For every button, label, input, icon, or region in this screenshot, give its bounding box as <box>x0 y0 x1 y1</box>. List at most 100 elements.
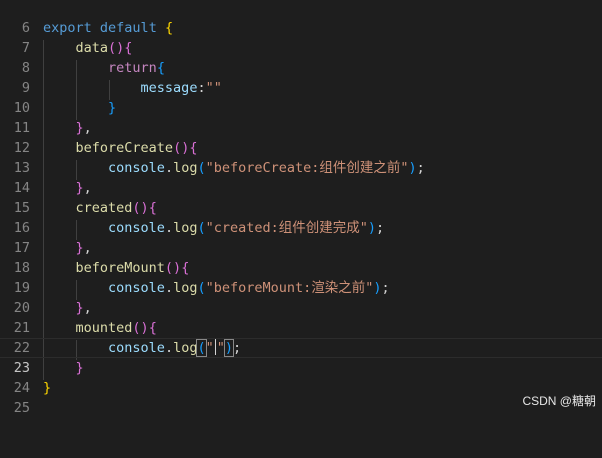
code-line[interactable]: 16 created(){ <box>0 198 602 236</box>
parens: () <box>164 260 182 276</box>
string-literal: "created:组件创建完成" <box>205 220 368 236</box>
dot: . <box>164 220 174 236</box>
code-line[interactable]: 11 } <box>0 98 602 136</box>
code-line[interactable]: 25 } <box>0 378 602 416</box>
brace: } <box>75 120 84 136</box>
method-name: created <box>75 200 133 216</box>
line-content: created(){ <box>43 198 157 218</box>
code-line[interactable]: 15 }, <box>0 178 602 216</box>
line-content: beforeMount(){ <box>43 258 190 278</box>
string-quote: " <box>216 340 225 356</box>
parens: () <box>108 40 125 56</box>
brace: } <box>43 380 52 396</box>
console-object: console <box>108 340 165 356</box>
console-object: console <box>108 280 165 296</box>
line-content: console.log("beforeCreate:组件创建之前"); <box>43 158 425 178</box>
code-line[interactable]: 12 }, <box>0 118 602 156</box>
keyword-export: export <box>43 20 92 36</box>
code-line[interactable]: 18 }, <box>0 238 602 276</box>
line-content: console.log("created:组件创建完成"); <box>43 218 384 238</box>
code-line[interactable]: 7 export default { <box>0 18 602 56</box>
console-object: console <box>108 160 165 176</box>
keyword-default: default <box>99 20 157 36</box>
code-line[interactable]: 20 console.log("beforeMount:渲染之前"); <box>0 278 602 316</box>
log-method: log <box>173 160 198 176</box>
paren-close: ) <box>367 220 377 236</box>
text-cursor <box>214 339 216 355</box>
comma: , <box>83 240 92 256</box>
line-content: }, <box>43 298 92 318</box>
comma: , <box>83 120 92 136</box>
log-method: log <box>173 280 198 296</box>
brace: { <box>148 320 157 336</box>
string-literal: "" <box>205 80 222 96</box>
line-content: console.log("beforeMount:渲染之前"); <box>43 278 390 298</box>
paren-open: ( <box>197 160 206 176</box>
string-literal: "beforeMount:渲染之前" <box>205 280 374 296</box>
paren-open: ( <box>197 220 206 236</box>
brace: } <box>108 100 117 116</box>
code-line[interactable]: 13 beforeCreate(){ <box>0 138 602 176</box>
comma: , <box>83 180 92 196</box>
property-key: message <box>140 80 198 96</box>
colon: : <box>197 80 206 96</box>
code-line[interactable]: 21 }, <box>0 298 602 336</box>
code-editor[interactable]: 6 7 export default { 8 data(){ 9 return{… <box>0 0 602 416</box>
line-content: }, <box>43 238 92 258</box>
dot: . <box>164 340 174 356</box>
line-content: data(){ <box>43 38 133 58</box>
code-line[interactable]: 6 <box>0 0 602 36</box>
semicolon: ; <box>233 340 242 356</box>
comma: , <box>83 300 92 316</box>
line-content: } <box>43 378 51 398</box>
line-content: console.log(" "); <box>43 338 241 358</box>
line-content: mounted(){ <box>43 318 157 338</box>
semicolon: ; <box>376 220 385 236</box>
line-content: beforeCreate(){ <box>43 138 198 158</box>
code-line[interactable]: 17 console.log("created:组件创建完成"); <box>0 218 602 256</box>
brace: } <box>75 180 84 196</box>
semicolon: ; <box>416 160 425 176</box>
code-line[interactable]: 19 beforeMount(){ <box>0 258 602 296</box>
log-method: log <box>173 220 198 236</box>
brace: } <box>75 240 84 256</box>
code-line[interactable]: 22 mounted(){ <box>0 318 602 356</box>
paren-close: ) <box>408 160 417 176</box>
code-line[interactable]: 14 console.log("beforeCreate:组件创建之前"); <box>0 158 602 196</box>
brace: } <box>75 360 84 376</box>
line-content: message:"" <box>43 78 222 98</box>
paren-open: ( <box>196 339 207 357</box>
line-content: return{ <box>43 58 165 78</box>
csdn-watermark: CSDN @糖朝 <box>522 394 596 408</box>
code-line[interactable]: 24 } <box>0 358 602 396</box>
code-line[interactable]: 9 return{ <box>0 58 602 96</box>
brace: } <box>75 300 84 316</box>
code-line[interactable]: 10 message:"" <box>0 78 602 116</box>
console-object: console <box>108 220 165 236</box>
line-content: export default { <box>43 18 173 38</box>
brace: { <box>164 20 174 36</box>
method-name: beforeMount <box>75 260 165 276</box>
line-content: } <box>43 98 116 118</box>
string-literal: "beforeCreate:组件创建之前" <box>205 160 409 176</box>
brace: { <box>189 140 198 156</box>
dot: . <box>164 280 174 296</box>
method-name: beforeCreate <box>75 140 174 156</box>
parens: () <box>173 140 190 156</box>
line-number: 25 <box>13 400 30 416</box>
keyword-return: return <box>108 60 157 76</box>
method-name: data <box>75 40 109 56</box>
line-content: }, <box>43 178 92 198</box>
brace: { <box>181 260 190 276</box>
line-content: }, <box>43 118 92 138</box>
parens: () <box>132 200 149 216</box>
brace: { <box>148 200 157 216</box>
code-line-current[interactable]: 23 console.log(" "); <box>0 338 602 376</box>
string-quote: " <box>205 340 214 356</box>
brace: { <box>124 40 133 56</box>
code-line[interactable]: 8 data(){ <box>0 38 602 76</box>
semicolon: ; <box>381 280 390 296</box>
parens: () <box>132 320 149 336</box>
dot: . <box>164 160 174 176</box>
line-content: } <box>43 358 84 378</box>
